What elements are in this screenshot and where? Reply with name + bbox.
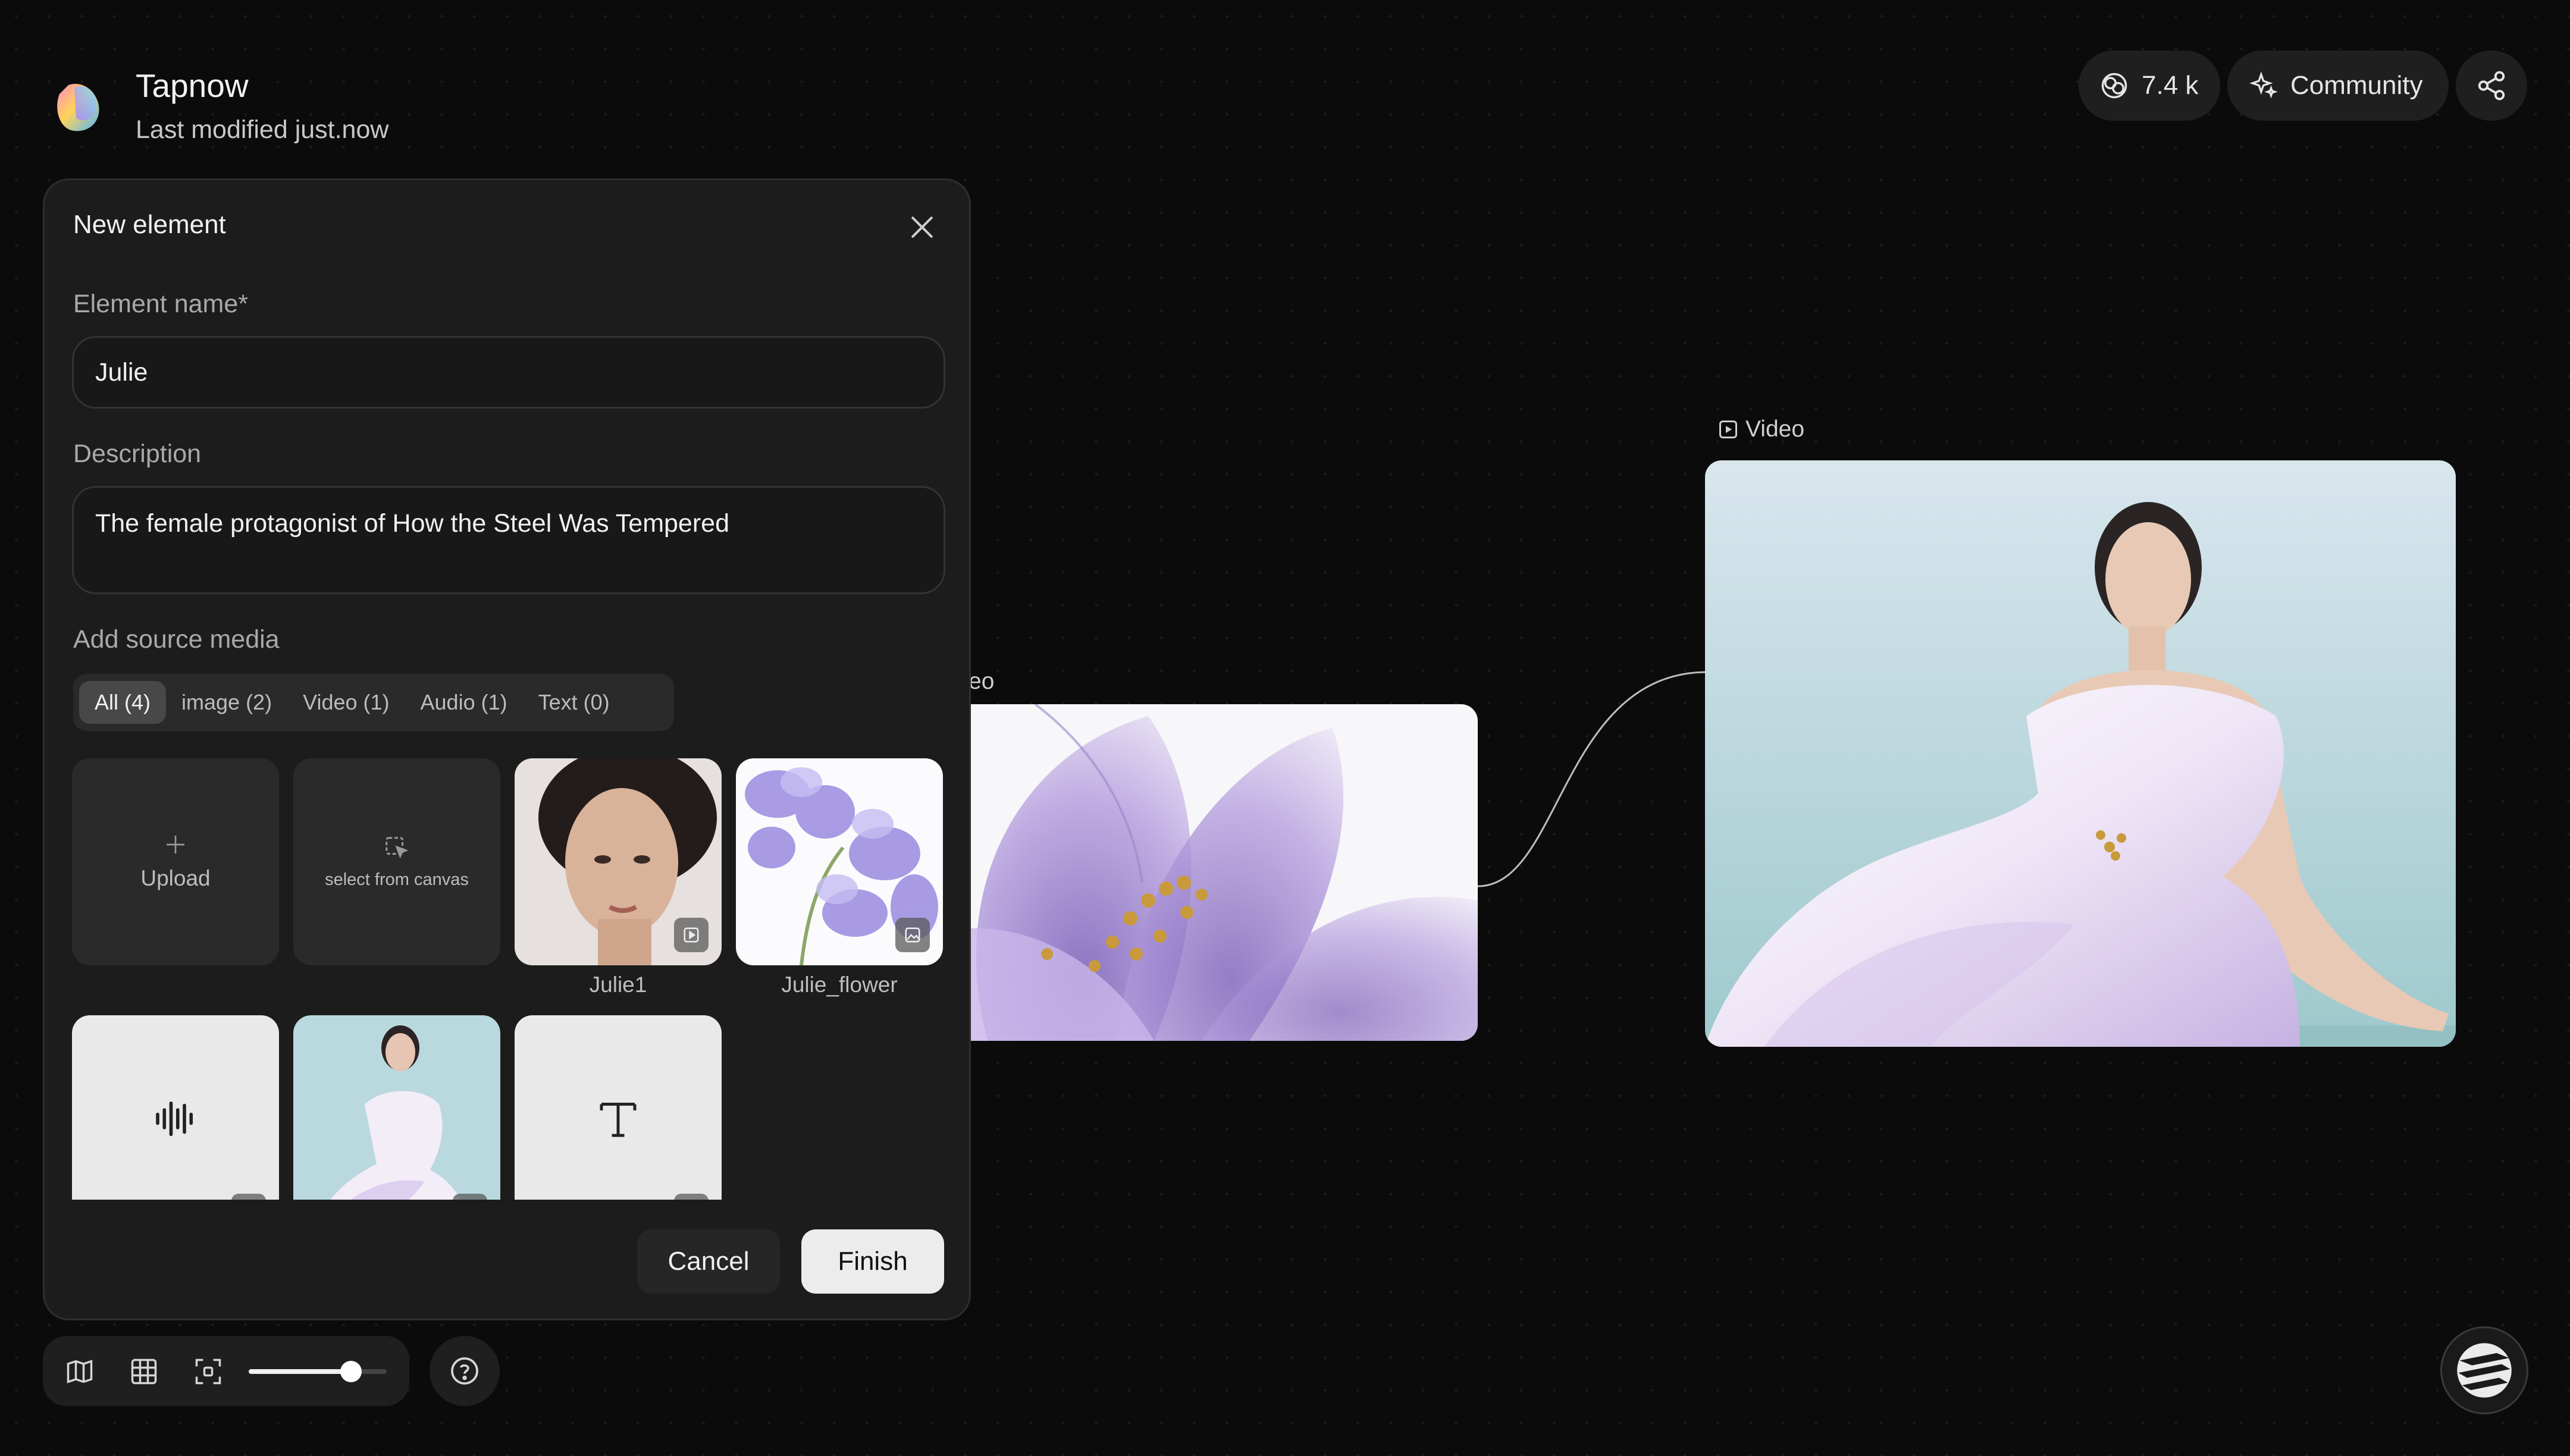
- audio-badge-icon: [231, 1194, 266, 1200]
- media-tile-julie-flower[interactable]: [736, 758, 943, 965]
- julie-dress-thumbnail: [293, 1015, 500, 1200]
- text-type-icon: [600, 1103, 637, 1137]
- cursor-select-icon: [386, 836, 409, 859]
- finish-button[interactable]: Finish: [801, 1229, 944, 1294]
- app-logo[interactable]: [48, 76, 107, 136]
- grid-icon[interactable]: [128, 1356, 159, 1387]
- tab-audio[interactable]: Audio (1): [405, 681, 523, 724]
- tab-video[interactable]: Video (1): [287, 681, 405, 724]
- map-icon[interactable]: [64, 1356, 95, 1387]
- last-modified-text: Last modified just.now: [136, 115, 389, 144]
- new-element-dialog: New element Element name* Julie Descript…: [43, 178, 971, 1320]
- close-icon[interactable]: [906, 211, 938, 243]
- app-title: Tapnow: [136, 67, 249, 104]
- media-tile-text[interactable]: [515, 1015, 722, 1200]
- cancel-button[interactable]: Cancel: [637, 1229, 780, 1294]
- help-icon: [451, 1357, 478, 1385]
- image-badge-icon: [453, 1194, 487, 1200]
- media-tile-julie1[interactable]: [515, 758, 722, 965]
- video-node-label[interactable]: Video: [1719, 416, 1804, 443]
- sparkle-icon: [2249, 71, 2278, 99]
- zoom-slider-knob[interactable]: [340, 1361, 362, 1382]
- video-node[interactable]: [1705, 460, 2456, 1047]
- audio-wave-icon: [156, 1101, 193, 1137]
- julie1-caption: Julie1: [589, 972, 647, 997]
- media-filter-tabs: All (4) image (2) Video (1) Audio (1) Te…: [73, 674, 674, 731]
- text-badge-icon: [674, 1194, 709, 1200]
- source-media-label: Add source media: [73, 625, 280, 654]
- striped-logo-icon: [2457, 1343, 2512, 1398]
- media-tile-julie-video[interactable]: [293, 1015, 500, 1200]
- description-input[interactable]: The female protagonist of How the Steel …: [72, 486, 945, 594]
- description-label: Description: [73, 440, 202, 468]
- credits-count: 7.4 k: [2142, 71, 2199, 100]
- select-from-canvas-label: select from canvas: [325, 870, 469, 889]
- flower-image: [952, 704, 1478, 1041]
- dialog-title: New element: [73, 210, 226, 239]
- coin-icon: [2101, 73, 2127, 99]
- select-from-canvas-tile[interactable]: select from canvas: [293, 758, 500, 965]
- community-label: Community: [2290, 71, 2423, 100]
- help-button[interactable]: [430, 1336, 500, 1406]
- video-icon: [1719, 421, 1737, 438]
- brand-corner-logo[interactable]: [2440, 1326, 2528, 1414]
- flower-node-label[interactable]: eo: [969, 669, 994, 695]
- upload-tile[interactable]: Upload: [72, 758, 279, 965]
- media-tile-audio[interactable]: [72, 1015, 279, 1200]
- upload-label: Upload: [140, 866, 211, 890]
- zoom-slider-fill: [249, 1369, 351, 1374]
- node-connector: [1478, 671, 1708, 887]
- media-grid-row-2: [72, 1015, 945, 1200]
- tab-all[interactable]: All (4): [79, 681, 167, 724]
- flower-image-node[interactable]: [952, 704, 1478, 1041]
- zoom-slider-track[interactable]: [249, 1361, 387, 1382]
- fit-screen-icon[interactable]: [193, 1356, 224, 1387]
- video-badge-icon: [674, 918, 709, 952]
- share-button[interactable]: [2456, 51, 2527, 121]
- credits-pill[interactable]: 7.4 k: [2079, 51, 2220, 121]
- element-name-input[interactable]: Julie: [72, 336, 945, 409]
- tab-text[interactable]: Text (0): [523, 681, 625, 724]
- community-button[interactable]: Community: [2227, 51, 2449, 121]
- share-icon: [2478, 71, 2505, 101]
- tab-image[interactable]: image (2): [166, 681, 287, 724]
- plus-icon: [167, 836, 184, 853]
- julie-flower-caption: Julie_flower: [781, 972, 898, 997]
- video-thumbnail: [1705, 460, 2456, 1047]
- canvas-toolbar: [43, 1336, 409, 1406]
- image-badge-icon: [895, 918, 930, 952]
- element-name-label: Element name*: [73, 290, 248, 318]
